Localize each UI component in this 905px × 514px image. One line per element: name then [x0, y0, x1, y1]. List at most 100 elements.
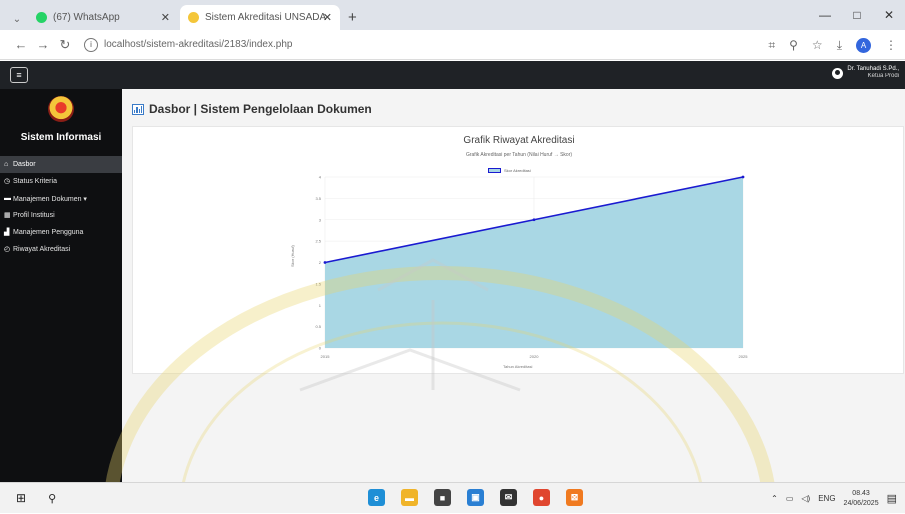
xampp-icon[interactable]: ⊠	[566, 489, 583, 506]
y-axis-title: Skor (Huruf)	[290, 245, 295, 267]
clock[interactable]: 08.43 24/06/2025	[844, 489, 879, 509]
data-point	[532, 218, 536, 222]
download-icon[interactable]: ⤓	[837, 38, 842, 53]
clock-date: 24/06/2025	[843, 499, 879, 507]
photos-icon[interactable]: ▣	[467, 489, 484, 506]
main-content: Dasbor | Sistem Pengelolaan Dokumen Graf…	[122, 89, 905, 482]
x-tick-label: 2020	[530, 354, 540, 359]
close-window-button[interactable]: ✕	[873, 8, 905, 22]
y-tick-label: 4	[319, 175, 322, 180]
x-tick-label: 2025	[739, 354, 749, 359]
y-tick-label: 0.5	[315, 324, 321, 329]
history-icon: ◴	[4, 246, 11, 253]
sidebar-item-riwayat-akreditasi[interactable]: ◴ Riwayat Akreditasi	[0, 241, 122, 258]
bar-chart-icon	[132, 103, 144, 115]
sidebar-item-dasbor[interactable]: ⌂ Dasbor	[0, 156, 122, 173]
whatsapp-icon	[36, 12, 47, 23]
search-icon[interactable]: ⚲	[48, 492, 56, 505]
tab-sistem-akreditasi[interactable]: Sistem Akreditasi UNSADA ✕	[180, 5, 340, 30]
site-info-icon[interactable]: i	[84, 37, 98, 52]
sidebar-item-label: Riwayat Akreditasi	[13, 246, 71, 253]
tab-title: (67) WhatsApp	[53, 12, 120, 23]
notification-icon[interactable]: ▤	[887, 492, 897, 505]
back-button[interactable]: ←	[10, 37, 32, 52]
folder-icon: ▬	[4, 195, 11, 202]
system-tray: ⌃ ▭ ◁) ENG 08.43 24/06/2025 ▤	[771, 483, 897, 514]
x-axis-title: Tahun Akreditasi	[503, 364, 533, 369]
tab-title: Sistem Akreditasi UNSADA	[205, 12, 327, 23]
user-role: Ketua Prodi	[867, 73, 899, 79]
windows-taskbar: ⊞ ⚲ e ▬ ■ ▣ ✉ ● ⊠ ⌃ ▭ ◁) ENG 08.43 24/06/2025 …	[0, 482, 905, 513]
mail-icon[interactable]: ✉	[500, 489, 517, 506]
sidebar-item-label: Status Kriteria	[13, 178, 57, 185]
y-tick-label: 2	[319, 260, 322, 265]
university-logo	[48, 96, 74, 122]
url-field[interactable]: i localhost/sistem-akreditasi/2183/index…	[84, 34, 292, 56]
page-title: Dasbor | Sistem Pengelolaan Dokumen	[149, 102, 372, 116]
new-tab-button[interactable]: +	[348, 9, 357, 26]
chart-plot: 4 3.5 3 2.5 2 1.5 1 0.5 0 2015 2020 2025	[315, 175, 749, 360]
network-icon[interactable]: ▭	[786, 494, 794, 503]
sidebar-item-status-kriteria[interactable]: ◷ Status Kriteria	[0, 173, 122, 190]
x-tick-label: 2015	[321, 354, 331, 359]
building-icon: ▦	[4, 212, 11, 219]
y-tick-label: 3	[319, 217, 322, 222]
tray-chevron-icon[interactable]: ⌃	[771, 494, 778, 503]
user-name: Dr. Tanuhadi S.Pd.,	[847, 66, 899, 72]
minimize-button[interactable]: —	[809, 8, 841, 22]
y-tick-label: 0	[319, 346, 322, 351]
address-bar-actions: ⌗ ⚲ ☆ ⤓ A ⋮	[768, 30, 897, 60]
profile-icon[interactable]: A	[856, 37, 871, 53]
sidebar-item-label: Manajemen Dokumen ▾	[13, 195, 87, 203]
sidebar-title: Sistem Informasi	[20, 132, 102, 143]
close-tab-icon[interactable]: ✕	[161, 11, 170, 24]
volume-icon[interactable]: ◁)	[801, 494, 810, 503]
tab-search-button[interactable]: ⌄	[6, 14, 28, 25]
close-tab-icon[interactable]: ✕	[323, 11, 332, 24]
user-menu[interactable]: Dr. Tanuhadi S.Pd., Ketua Prodi	[832, 66, 899, 80]
star-icon[interactable]: ☆	[812, 38, 823, 52]
maximize-button[interactable]: □	[841, 8, 873, 22]
files-icon[interactable]: ▬	[401, 489, 418, 506]
url-text: localhost/sistem-akreditasi/2183/index.p…	[104, 39, 293, 50]
store-icon[interactable]: ■	[434, 489, 451, 506]
sidebar-item-manajemen-dokumen[interactable]: ▬ Manajemen Dokumen ▾	[0, 190, 122, 207]
sidebar-item-label: Profil Institusi	[13, 212, 55, 219]
user-avatar-icon	[832, 67, 844, 79]
page-header: Dasbor | Sistem Pengelolaan Dokumen	[132, 102, 372, 116]
clock-time: 08.43	[852, 489, 870, 497]
address-bar: ← → ↻ i localhost/sistem-akreditasi/2183…	[0, 30, 905, 60]
chrome-icon[interactable]: ●	[533, 489, 550, 506]
sidebar: Sistem Informasi ⌂ Dasbor ◷ Status Krite…	[0, 89, 122, 482]
y-tick-label: 1	[319, 303, 322, 308]
data-point	[741, 175, 745, 179]
reload-button[interactable]: ↻	[54, 37, 76, 53]
sidebar-item-profil-institusi[interactable]: ▦ Profil Institusi	[0, 207, 122, 224]
sidebar-nav: ⌂ Dasbor ◷ Status Kriteria ▬ Manajemen D…	[0, 156, 122, 258]
zoom-icon[interactable]: ⚲	[789, 38, 798, 52]
data-point	[323, 261, 327, 264]
y-tick-label: 2.5	[315, 239, 321, 244]
sidebar-item-label: Manajemen Pengguna	[13, 229, 84, 236]
browser-tab-bar: ⌄ (67) WhatsApp ✕ Sistem Akreditasi UNSA…	[0, 0, 905, 30]
forward-button[interactable]: →	[32, 37, 54, 52]
sidebar-toggle-button[interactable]: ≡	[10, 67, 28, 83]
unsada-favicon-icon	[188, 12, 199, 23]
windows-start-icon[interactable]: ⊞	[16, 491, 26, 505]
translate-icon[interactable]: ⌗	[768, 38, 775, 53]
clock-icon: ◷	[4, 178, 11, 185]
more-icon[interactable]: ⋮	[885, 38, 897, 52]
language-indicator[interactable]: ENG	[818, 494, 835, 503]
home-icon: ⌂	[4, 161, 9, 168]
sidebar-item-manajemen-pengguna[interactable]: ▟ Manajemen Pengguna	[0, 224, 122, 241]
window-controls: — □ ✕	[809, 0, 905, 30]
chart-card: Grafik Riwayat Akreditasi Grafik Akredit…	[132, 126, 904, 374]
app-top-bar: ≡ Dr. Tanuhadi S.Pd., Ketua Prodi	[0, 61, 905, 89]
users-icon: ▟	[4, 229, 10, 236]
edge-icon[interactable]: e	[368, 489, 385, 506]
y-tick-label: 3.5	[315, 196, 321, 201]
taskbar-apps: e ▬ ■ ▣ ✉ ● ⊠	[368, 489, 583, 506]
tab-whatsapp[interactable]: (67) WhatsApp ✕	[28, 5, 178, 30]
y-tick-label: 1.5	[315, 281, 321, 286]
sidebar-item-label: Dasbor	[13, 161, 36, 168]
